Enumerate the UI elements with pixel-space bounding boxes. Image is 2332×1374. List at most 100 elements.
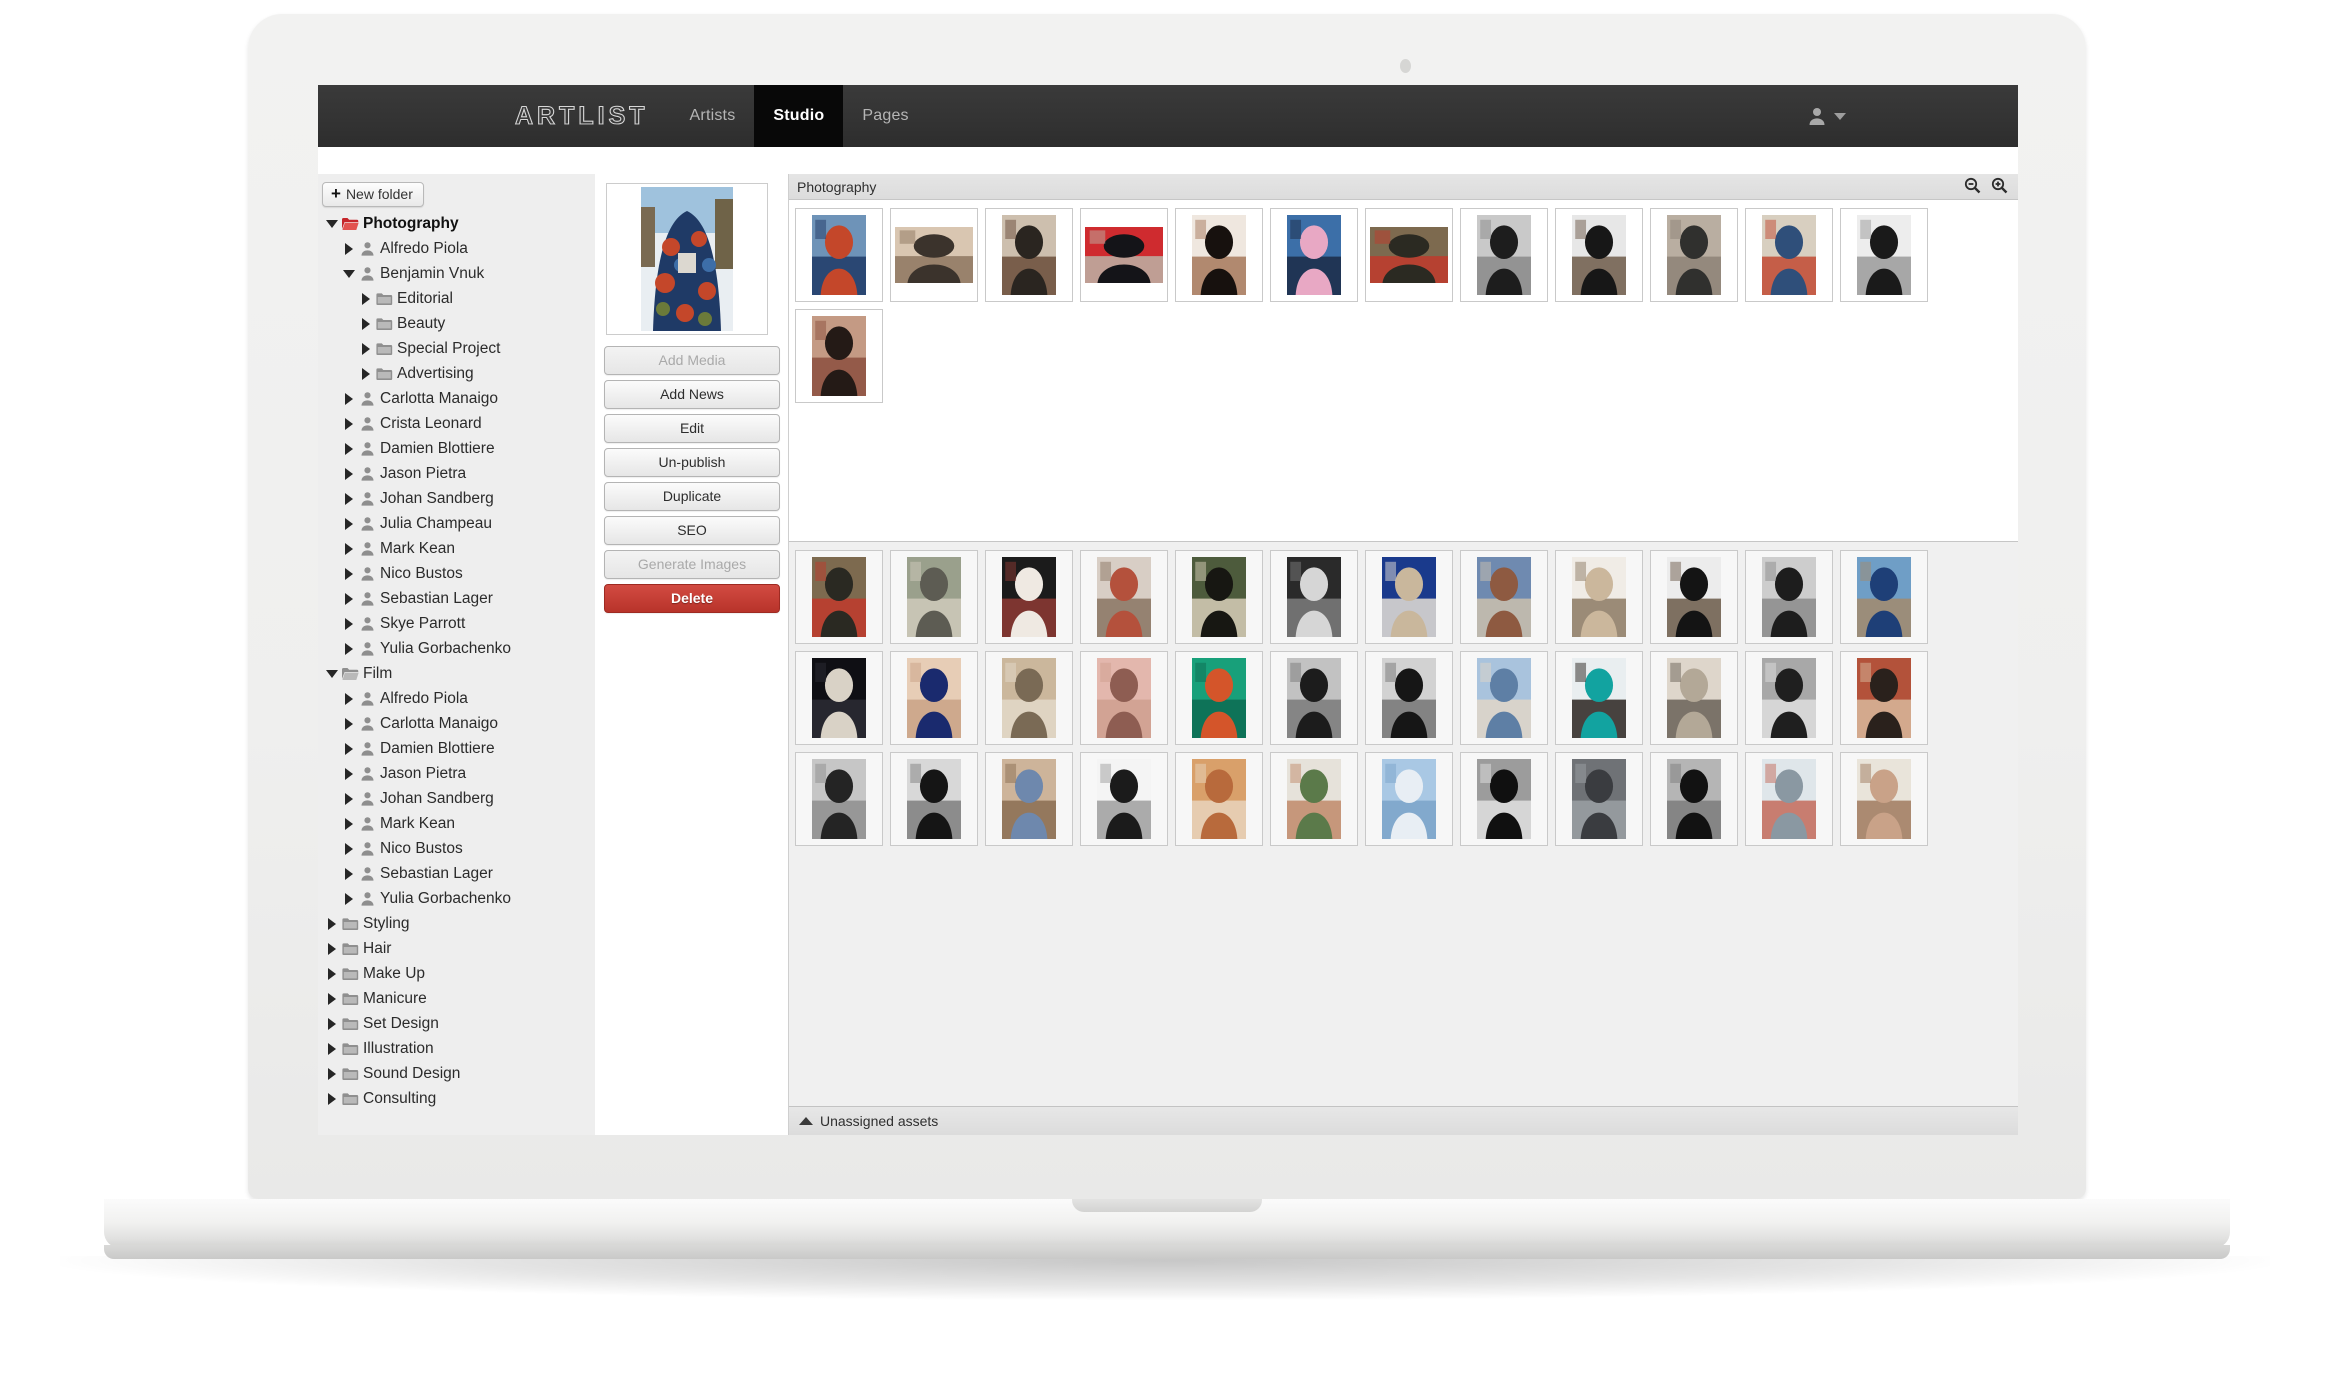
- asset-thumbnail[interactable]: [1555, 651, 1643, 745]
- tree-item-benjamin-vnuk[interactable]: Benjamin Vnuk: [318, 261, 595, 286]
- triangle-right-icon[interactable]: [341, 442, 357, 455]
- asset-thumbnail[interactable]: [985, 651, 1073, 745]
- asset-thumbnail[interactable]: [1270, 208, 1358, 302]
- asset-thumbnail[interactable]: [1175, 208, 1263, 302]
- duplicate-button[interactable]: Duplicate: [604, 482, 780, 511]
- asset-thumbnail[interactable]: [1080, 752, 1168, 846]
- asset-thumbnail[interactable]: [1745, 651, 1833, 745]
- triangle-right-icon[interactable]: [358, 342, 374, 355]
- tree-item-alfredo-piola[interactable]: Alfredo Piola: [318, 686, 595, 711]
- user-menu[interactable]: [1807, 85, 2018, 147]
- asset-thumbnail[interactable]: [1460, 208, 1548, 302]
- asset-thumbnail[interactable]: [1270, 550, 1358, 644]
- triangle-right-icon[interactable]: [324, 917, 340, 930]
- asset-thumbnail[interactable]: [1270, 651, 1358, 745]
- asset-thumbnail[interactable]: [1080, 651, 1168, 745]
- tree-item-make-up[interactable]: Make Up: [318, 961, 595, 986]
- triangle-right-icon[interactable]: [341, 742, 357, 755]
- triangle-right-icon[interactable]: [341, 417, 357, 430]
- tree-item-mark-kean[interactable]: Mark Kean: [318, 536, 595, 561]
- asset-thumbnail[interactable]: [1175, 550, 1263, 644]
- tree-item-skye-parrott[interactable]: Skye Parrott: [318, 611, 595, 636]
- nav-item-studio[interactable]: Studio: [754, 85, 844, 147]
- asset-thumbnail[interactable]: [1270, 752, 1358, 846]
- asset-thumbnail[interactable]: [1365, 651, 1453, 745]
- tree-item-carlotta-manaigo[interactable]: Carlotta Manaigo: [318, 711, 595, 736]
- delete-button[interactable]: Delete: [604, 584, 780, 613]
- triangle-right-icon[interactable]: [341, 492, 357, 505]
- triangle-down-icon[interactable]: [324, 669, 340, 678]
- triangle-right-icon[interactable]: [358, 367, 374, 380]
- triangle-right-icon[interactable]: [341, 592, 357, 605]
- triangle-right-icon[interactable]: [358, 292, 374, 305]
- triangle-right-icon[interactable]: [341, 392, 357, 405]
- asset-thumbnail[interactable]: [1840, 550, 1928, 644]
- tree-item-sound-design[interactable]: Sound Design: [318, 1061, 595, 1086]
- zoom-in-icon[interactable]: [1991, 177, 2008, 197]
- asset-thumbnail[interactable]: [985, 752, 1073, 846]
- tree-item-beauty[interactable]: Beauty: [318, 311, 595, 336]
- asset-thumbnail[interactable]: [1080, 208, 1168, 302]
- triangle-right-icon[interactable]: [341, 767, 357, 780]
- asset-thumbnail[interactable]: [1555, 752, 1643, 846]
- asset-thumbnail[interactable]: [985, 208, 1073, 302]
- tree-item-styling[interactable]: Styling: [318, 911, 595, 936]
- tree-item-editorial[interactable]: Editorial: [318, 286, 595, 311]
- tree-item-set-design[interactable]: Set Design: [318, 1011, 595, 1036]
- triangle-right-icon[interactable]: [324, 967, 340, 980]
- asset-thumbnail[interactable]: [1460, 651, 1548, 745]
- tree-item-nico-bustos[interactable]: Nico Bustos: [318, 561, 595, 586]
- tree-item-consulting[interactable]: Consulting: [318, 1086, 595, 1111]
- triangle-down-icon[interactable]: [324, 219, 340, 228]
- asset-thumbnail[interactable]: [1650, 550, 1738, 644]
- asset-thumbnail[interactable]: [890, 752, 978, 846]
- asset-thumbnail[interactable]: [1840, 208, 1928, 302]
- tree-item-yulia-gorbachenko[interactable]: Yulia Gorbachenko: [318, 636, 595, 661]
- triangle-right-icon[interactable]: [324, 1092, 340, 1105]
- asset-thumbnail[interactable]: [1460, 752, 1548, 846]
- asset-thumbnail[interactable]: [795, 309, 883, 403]
- seo-button[interactable]: SEO: [604, 516, 780, 545]
- triangle-right-icon[interactable]: [341, 717, 357, 730]
- tree-item-yulia-gorbachenko[interactable]: Yulia Gorbachenko: [318, 886, 595, 911]
- asset-thumbnail[interactable]: [1365, 208, 1453, 302]
- triangle-right-icon[interactable]: [324, 1017, 340, 1030]
- triangle-right-icon[interactable]: [341, 467, 357, 480]
- tree-item-jason-pietra[interactable]: Jason Pietra: [318, 761, 595, 786]
- asset-thumbnail[interactable]: [795, 651, 883, 745]
- asset-thumbnail[interactable]: [1650, 752, 1738, 846]
- triangle-right-icon[interactable]: [341, 542, 357, 555]
- triangle-right-icon[interactable]: [341, 642, 357, 655]
- tree-item-hair[interactable]: Hair: [318, 936, 595, 961]
- add-news-button[interactable]: Add News: [604, 380, 780, 409]
- asset-thumbnail[interactable]: [1365, 752, 1453, 846]
- triangle-right-icon[interactable]: [341, 567, 357, 580]
- tree-item-nico-bustos[interactable]: Nico Bustos: [318, 836, 595, 861]
- triangle-right-icon[interactable]: [358, 317, 374, 330]
- tree-item-carlotta-manaigo[interactable]: Carlotta Manaigo: [318, 386, 595, 411]
- triangle-right-icon[interactable]: [324, 1067, 340, 1080]
- tree-item-sebastian-lager[interactable]: Sebastian Lager: [318, 586, 595, 611]
- tree-item-mark-kean[interactable]: Mark Kean: [318, 811, 595, 836]
- tree-item-advertising[interactable]: Advertising: [318, 361, 595, 386]
- edit-button[interactable]: Edit: [604, 414, 780, 443]
- triangle-right-icon[interactable]: [341, 892, 357, 905]
- asset-thumbnail[interactable]: [1080, 550, 1168, 644]
- triangle-right-icon[interactable]: [341, 617, 357, 630]
- asset-thumbnail[interactable]: [1175, 752, 1263, 846]
- asset-thumbnail[interactable]: [1555, 208, 1643, 302]
- tree-item-alfredo-piola[interactable]: Alfredo Piola: [318, 236, 595, 261]
- asset-thumbnail[interactable]: [1840, 651, 1928, 745]
- asset-thumbnail[interactable]: [1175, 651, 1263, 745]
- tree-item-crista-leonard[interactable]: Crista Leonard: [318, 411, 595, 436]
- artlist-logo[interactable]: ARTLIST: [493, 85, 671, 147]
- tree-item-photography[interactable]: Photography: [318, 211, 595, 236]
- asset-thumbnail[interactable]: [890, 550, 978, 644]
- asset-thumbnail[interactable]: [985, 550, 1073, 644]
- asset-thumbnail[interactable]: [795, 550, 883, 644]
- nav-item-artists[interactable]: Artists: [671, 85, 755, 147]
- triangle-right-icon[interactable]: [341, 817, 357, 830]
- tree-item-special-project[interactable]: Special Project: [318, 336, 595, 361]
- asset-thumbnail[interactable]: [795, 208, 883, 302]
- unassigned-assets-bar[interactable]: Unassigned assets: [789, 1106, 2018, 1135]
